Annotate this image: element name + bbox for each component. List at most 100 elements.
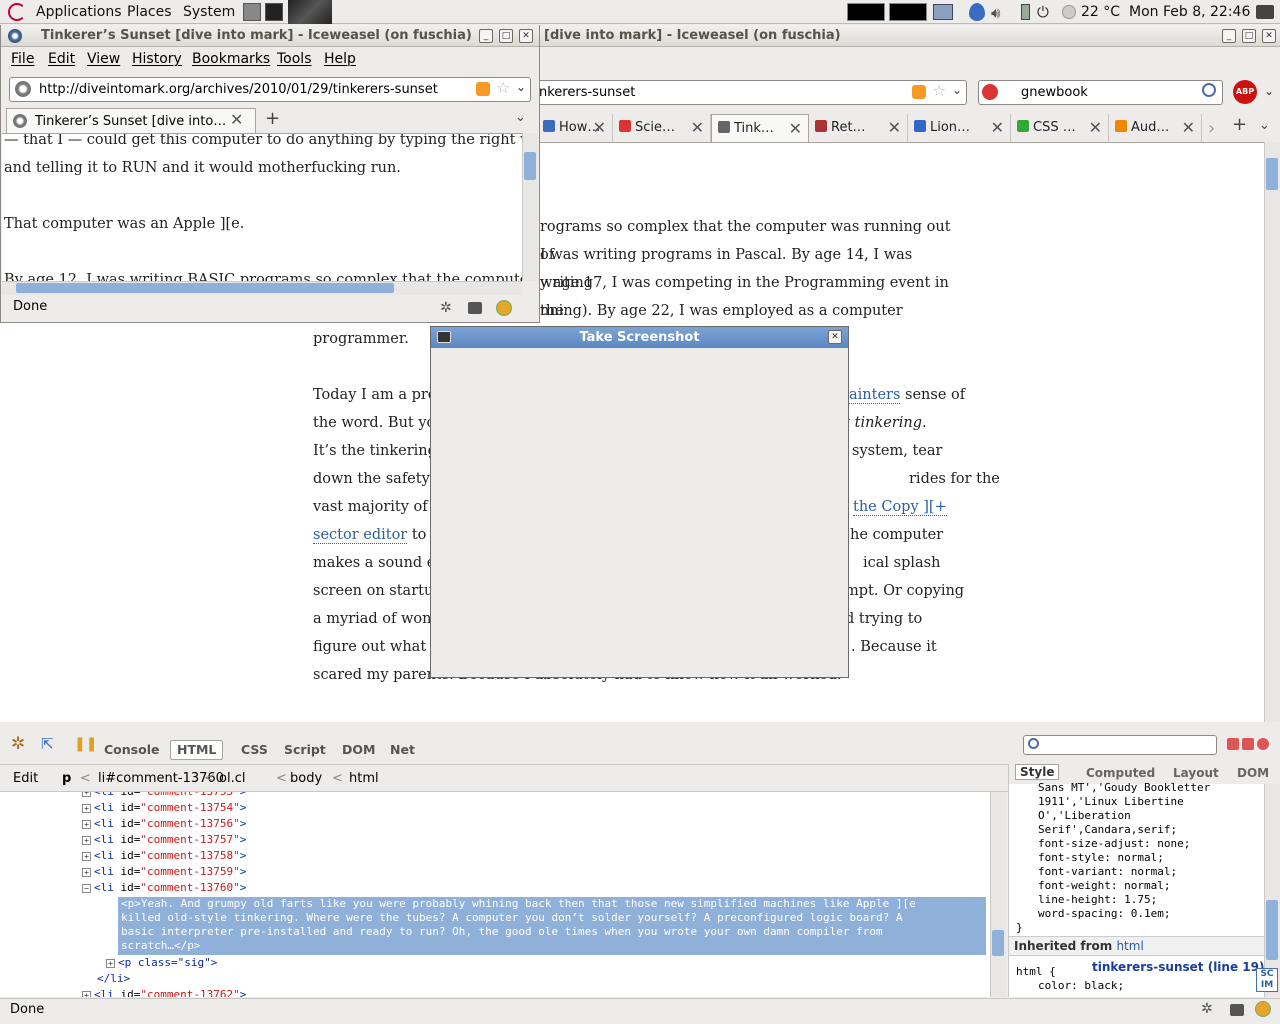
breadcrumb-item[interactable]: ol.cl — [219, 771, 245, 786]
menu-edit[interactable]: Edit — [48, 51, 75, 67]
tab-close-icon[interactable]: ✕ — [1089, 114, 1102, 142]
table-row[interactable]: − <li id="comment-13760"> — [82, 880, 246, 896]
fg-bookmark-star-icon[interactable]: ☆ — [496, 78, 510, 97]
system-menu[interactable]: System — [183, 0, 235, 24]
table-row[interactable]: + <li id="comment-13756"> — [82, 816, 246, 832]
inspect-icon[interactable]: ⇱ — [41, 735, 54, 753]
table-row[interactable]: + <li id="comment-13762"> — [82, 987, 246, 997]
debian-logo-icon[interactable] — [8, 3, 26, 21]
side-tab-dom[interactable]: DOM — [1237, 766, 1269, 780]
network-icon[interactable] — [933, 4, 953, 20]
power-plug-icon[interactable]: ⏻ — [1037, 3, 1049, 21]
html-tree-scrollbar[interactable] — [990, 792, 1006, 997]
fg-greasemonkey-icon[interactable] — [496, 300, 512, 316]
firebug-tab-dom[interactable]: DOM — [342, 742, 375, 762]
menu-tools[interactable]: Tools — [277, 51, 312, 67]
firebug-tab-console[interactable]: Console — [104, 742, 159, 762]
volume-icon[interactable]: 🔊︎ — [991, 4, 1000, 22]
bg-page-scrollbar[interactable] — [1264, 142, 1280, 722]
bg-close-button[interactable]: ✕ — [1262, 29, 1276, 43]
workspace-switcher-2[interactable] — [889, 3, 927, 21]
breadcrumb-item[interactable]: p — [62, 771, 71, 786]
bg-maximize-button[interactable]: □ — [1242, 29, 1256, 43]
menu-bookmarks[interactable]: Bookmarks — [192, 51, 270, 67]
status-greasemonkey-icon[interactable] — [1255, 1001, 1271, 1017]
pause-icon[interactable]: ❚❚ — [74, 736, 97, 752]
bg-tab[interactable]: CSS … ✕ — [1011, 114, 1109, 142]
tabs-scroll-right-icon[interactable]: › — [1208, 118, 1215, 139]
tab-close-icon[interactable]: ✕ — [888, 114, 901, 142]
bg-tab[interactable]: Aud… ✕ — [1109, 114, 1202, 142]
side-tab-layout[interactable]: Layout — [1173, 766, 1219, 780]
tab-list-icon[interactable]: ⌄ — [1259, 118, 1270, 133]
bg-tab[interactable]: Lion… ✕ — [908, 114, 1011, 142]
search-icon[interactable] — [1202, 83, 1216, 97]
adblock-dropdown-icon[interactable]: ⌄ — [1264, 84, 1274, 98]
table-row[interactable]: + <p class="sig"> — [106, 955, 217, 971]
menu-view[interactable]: View — [87, 51, 120, 67]
expand-toggle-icon[interactable]: + — [82, 792, 91, 797]
temperature-readout[interactable]: 22 °C — [1081, 0, 1120, 24]
adblock-icon[interactable]: ABP — [1233, 80, 1257, 104]
firebug-tab-script[interactable]: Script — [284, 742, 326, 762]
menu-file[interactable]: File — [11, 51, 34, 67]
fg-addon-icon[interactable] — [468, 302, 482, 314]
tab-close-icon[interactable]: ✕ — [1182, 114, 1195, 142]
table-row[interactable]: +<li id="comment-13753"> — [82, 792, 246, 800]
expand-toggle-icon[interactable]: + — [82, 991, 91, 997]
fg-maximize-button[interactable]: □ — [499, 29, 513, 43]
menu-help[interactable]: Help — [324, 51, 356, 67]
status-firebug-icon[interactable]: ✲ — [1201, 1001, 1213, 1017]
table-row[interactable]: + <li id="comment-13757"> — [82, 832, 246, 848]
fg-hscroll-thumb[interactable] — [16, 283, 394, 293]
fg-tab-list-icon[interactable]: ⌄ — [515, 110, 526, 125]
firebug-tab-net[interactable]: Net — [390, 742, 415, 762]
dialog-close-button[interactable]: ✕ — [828, 330, 842, 344]
new-tab-icon[interactable]: + — [1232, 114, 1247, 135]
scim-icon[interactable]: SC IM — [1256, 968, 1278, 992]
table-row[interactable]: + <li id="comment-13759"> — [82, 864, 246, 880]
fg-new-tab-icon[interactable]: + — [265, 108, 280, 129]
fg-tab-close-icon[interactable]: ✕ — [230, 110, 243, 129]
tab-close-icon[interactable]: ✕ — [991, 114, 1004, 142]
side-tab-style[interactable]: Style — [1015, 764, 1060, 780]
article-text-right[interactable]: the Copy ][+ — [853, 493, 947, 521]
side-tab-computed[interactable]: Computed — [1086, 766, 1155, 780]
firebug-tab-html[interactable]: HTML — [170, 740, 224, 760]
clock[interactable]: Mon Feb 8, 22:46 — [1129, 0, 1250, 24]
tab-close-icon[interactable]: ✕ — [789, 115, 802, 142]
link-text[interactable]: sector editor — [313, 527, 408, 544]
firebug-splitter[interactable] — [0, 722, 1280, 728]
bg-tab[interactable]: How… ✕ — [537, 114, 613, 142]
fg-minimize-button[interactable]: _ — [479, 29, 493, 43]
applications-menu[interactable]: Applications — [36, 0, 122, 24]
expand-toggle-icon[interactable]: + — [82, 868, 91, 877]
bg-url-dropdown-icon[interactable]: ⌄ — [952, 83, 962, 97]
bg-search-field[interactable]: gnewbook — [978, 80, 1223, 105]
fg-vscroll-thumb[interactable] — [524, 152, 536, 180]
battery-icon[interactable] — [1021, 4, 1030, 20]
article-text-right[interactable]: ainters sense of — [849, 381, 965, 409]
bg-url-bar[interactable]: nkerers-sunset — [520, 80, 967, 105]
expand-toggle-icon[interactable]: + — [82, 852, 91, 861]
breadcrumb-item[interactable]: body — [290, 771, 322, 786]
status-addon-icon[interactable] — [1230, 1004, 1244, 1016]
selected-node[interactable]: <p>Yeah. And grumpy old farts like you w… — [118, 897, 986, 955]
fg-tab[interactable]: Tinkerer’s Sunset [dive into… — [6, 108, 256, 134]
article-link-sector-editor[interactable]: sector editor to le — [313, 521, 444, 549]
firebug-minimize-icon[interactable] — [1227, 738, 1239, 750]
terminal-icon[interactable] — [265, 3, 283, 21]
site-identity-icon[interactable] — [15, 81, 31, 97]
firebug-close-icon[interactable] — [1257, 738, 1269, 750]
expand-toggle-icon[interactable]: + — [82, 836, 91, 845]
fg-url-bar[interactable]: http://diveintomark.org/archives/2010/01… — [9, 77, 531, 102]
breadcrumb-item[interactable]: html — [349, 771, 379, 786]
drop-icon[interactable] — [969, 3, 985, 21]
article-fragment[interactable]: the Copy ][+ — [853, 499, 947, 516]
bg-tab[interactable]: Tink… ✕ — [711, 114, 809, 142]
places-menu[interactable]: Places — [127, 0, 172, 24]
expand-toggle-icon[interactable]: − — [82, 884, 91, 893]
launcher-icon[interactable] — [243, 3, 261, 21]
expand-toggle-icon[interactable]: + — [106, 959, 115, 968]
table-row[interactable]: + <li id="comment-13758"> — [82, 848, 246, 864]
